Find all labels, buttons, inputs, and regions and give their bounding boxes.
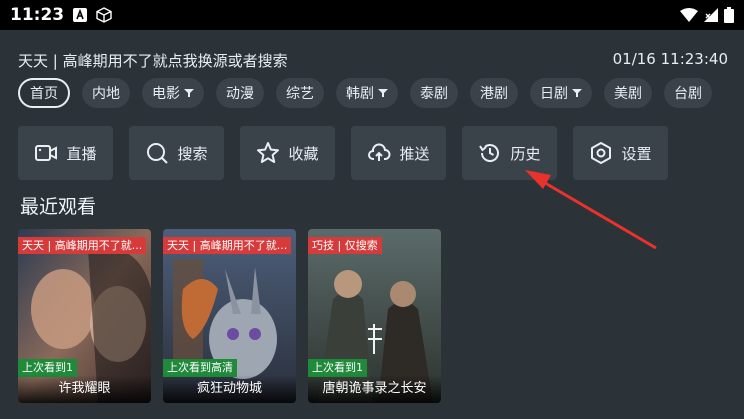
video-camera-icon <box>35 145 58 161</box>
source-badge: 天天 | 高峰期用不了就... <box>18 237 147 254</box>
live-button[interactable]: 直播 <box>18 126 113 180</box>
battery-icon <box>724 7 734 23</box>
card-title: 唐朝诡事录之长安 <box>308 375 441 403</box>
tab-korean-drama[interactable]: 韩剧 <box>336 78 398 108</box>
tab-home[interactable]: 首页 <box>18 78 70 108</box>
filter-icon <box>378 89 388 97</box>
source-badge: 巧技 | 仅搜索 <box>308 237 382 254</box>
recent-card[interactable]: 巧技 | 仅搜索 上次看到1 唐朝诡事录之长安 <box>308 229 441 403</box>
wifi-icon <box>680 8 698 22</box>
tab-japanese-drama[interactable]: 日剧 <box>530 78 592 108</box>
favorites-button[interactable]: 收藏 <box>240 126 335 180</box>
category-tabs: 首页 内地 电影 动漫 综艺 韩剧 泰剧 港剧 日剧 美剧 台剧 <box>18 78 712 108</box>
filter-icon <box>184 89 194 97</box>
settings-hexagon-icon <box>591 142 612 164</box>
tab-us-drama[interactable]: 美剧 <box>604 78 652 108</box>
status-time: 11:23 <box>10 5 65 25</box>
tab-mainland[interactable]: 内地 <box>82 78 130 108</box>
card-title: 许我耀眼 <box>18 375 151 403</box>
tab-anime[interactable]: 动漫 <box>216 78 264 108</box>
history-button[interactable]: 历史 <box>462 126 557 180</box>
cloud-upload-icon <box>368 143 391 161</box>
settings-button[interactable]: 设置 <box>573 126 668 180</box>
source-badge: 天天 | 高峰期用不了就... <box>163 237 292 254</box>
source-notice[interactable]: 天天 | 高峰期用不了就点我换源或者搜索 <box>18 50 288 71</box>
clock-datetime: 01/16 11:23:40 <box>612 50 728 68</box>
star-icon <box>257 142 280 163</box>
tab-hk-drama[interactable]: 港剧 <box>470 78 518 108</box>
recent-card[interactable]: 天天 | 高峰期用不了就... 上次看到高清 疯狂动物城 <box>163 229 296 403</box>
notification-a-icon <box>73 8 88 22</box>
search-button[interactable]: 搜索 <box>129 126 224 180</box>
card-title: 疯狂动物城 <box>163 375 296 403</box>
recent-section-title: 最近观看 <box>20 196 97 218</box>
recent-card[interactable]: 天天 | 高峰期用不了就... 上次看到1 许我耀眼 <box>18 229 151 403</box>
tab-taiwan-drama[interactable]: 台剧 <box>664 78 712 108</box>
cube-icon <box>96 7 112 23</box>
recent-list: 天天 | 高峰期用不了就... 上次看到1 许我耀眼 天天 | 高峰期用不了就.… <box>18 229 441 403</box>
tab-variety[interactable]: 综艺 <box>276 78 324 108</box>
search-icon <box>147 143 169 164</box>
action-tiles: 直播 搜索 收藏 推送 历史 设置 <box>18 126 668 180</box>
status-bar: 11:23 <box>0 0 744 30</box>
signal-icon <box>704 8 718 22</box>
tab-thai-drama[interactable]: 泰剧 <box>410 78 458 108</box>
filter-icon <box>572 89 582 97</box>
tab-movies[interactable]: 电影 <box>142 78 204 108</box>
push-button[interactable]: 推送 <box>351 126 446 180</box>
history-icon <box>479 144 500 162</box>
